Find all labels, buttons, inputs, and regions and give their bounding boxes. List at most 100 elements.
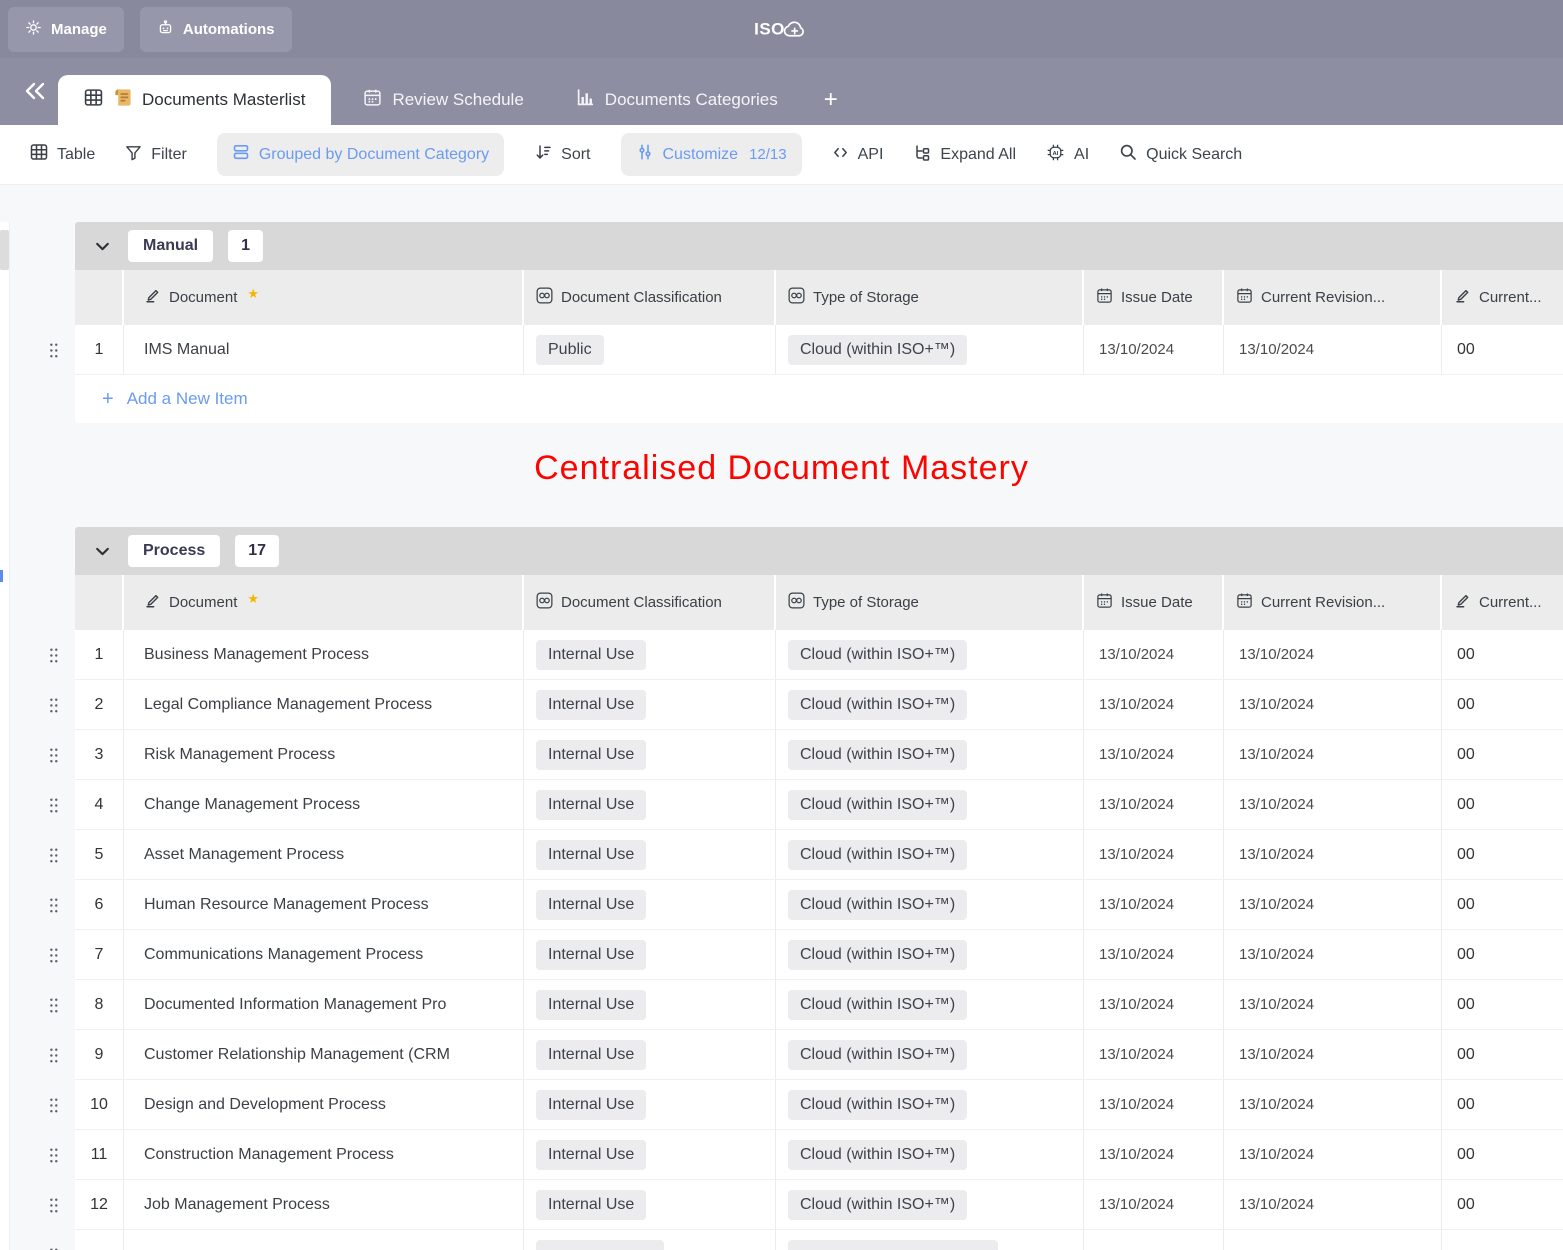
issue-date-cell[interactable]: 13/10/2024 (1084, 1030, 1224, 1079)
drag-handle-icon[interactable] (48, 697, 59, 714)
column-header-storage[interactable]: Type of Storage (776, 575, 1084, 630)
filter-button[interactable]: Filter (125, 144, 187, 166)
table-view-button[interactable]: Table (30, 143, 95, 166)
current-revision-cell[interactable]: 13/10/2024 (1224, 1030, 1442, 1079)
current-cell[interactable]: 00 (1442, 780, 1563, 829)
document-cell[interactable]: Risk Management Process (124, 730, 524, 779)
issue-date-cell[interactable]: 13/10/2024 (1084, 730, 1224, 779)
document-cell[interactable]: Human Resource Management Process (124, 880, 524, 929)
current-cell[interactable]: 00 (1442, 1080, 1563, 1129)
document-cell[interactable]: Legal Compliance Management Process (124, 680, 524, 729)
column-header-current-revision[interactable]: Current Revision... (1224, 575, 1442, 630)
storage-cell[interactable]: Cloud (within ISO+™) (776, 830, 1084, 879)
current-cell[interactable]: 00 (1442, 830, 1563, 879)
current-revision-cell[interactable]: 13/10/2024 (1224, 830, 1442, 879)
table-row[interactable]: 9 Customer Relationship Management (CRM … (75, 1030, 1563, 1080)
current-revision-cell[interactable]: 13/10/2024 (1224, 325, 1442, 374)
table-row[interactable]: 1 IMS Manual Public Cloud (within ISO+™)… (75, 325, 1563, 375)
drag-handle-icon[interactable] (48, 797, 59, 814)
current-revision-cell[interactable]: 13/10/2024 (1224, 1080, 1442, 1129)
drag-handle-icon[interactable] (48, 1047, 59, 1064)
document-cell[interactable]: Change Management Process (124, 780, 524, 829)
classification-cell[interactable]: Internal Use (524, 680, 776, 729)
current-revision-cell[interactable] (1224, 1230, 1442, 1250)
issue-date-cell[interactable]: 13/10/2024 (1084, 630, 1224, 679)
classification-cell[interactable]: Internal Use (524, 1180, 776, 1229)
group-name-badge[interactable]: Manual (128, 230, 213, 262)
table-row[interactable]: 2 Legal Compliance Management Process In… (75, 680, 1563, 730)
issue-date-cell[interactable]: 13/10/2024 (1084, 1180, 1224, 1229)
chevron-down-icon[interactable] (94, 238, 111, 255)
table-row[interactable]: 12 Job Management Process Internal Use C… (75, 1180, 1563, 1230)
column-header-issue-date[interactable]: Issue Date (1084, 270, 1224, 325)
classification-cell[interactable]: Internal Use (524, 630, 776, 679)
table-row[interactable] (75, 1230, 1563, 1250)
table-row[interactable]: 4 Change Management Process Internal Use… (75, 780, 1563, 830)
tab-documents-masterlist[interactable]: Documents Masterlist (58, 75, 331, 125)
document-cell[interactable]: Asset Management Process (124, 830, 524, 879)
table-row[interactable]: 3 Risk Management Process Internal Use C… (75, 730, 1563, 780)
table-row[interactable]: 10 Design and Development Process Intern… (75, 1080, 1563, 1130)
drag-handle-icon[interactable] (48, 1197, 59, 1214)
automations-button[interactable]: Automations (140, 7, 292, 52)
classification-cell[interactable] (524, 1230, 776, 1250)
column-header-document[interactable]: Document ★ (124, 270, 524, 325)
add-tab-button[interactable]: + (812, 75, 850, 125)
storage-cell[interactable]: Cloud (within ISO+™) (776, 680, 1084, 729)
drag-handle-icon[interactable] (48, 947, 59, 964)
api-button[interactable]: API (832, 144, 884, 166)
current-cell[interactable]: 00 (1442, 980, 1563, 1029)
storage-cell[interactable]: Cloud (within ISO+™) (776, 1030, 1084, 1079)
current-cell[interactable]: 00 (1442, 1130, 1563, 1179)
storage-cell[interactable]: Cloud (within ISO+™) (776, 1180, 1084, 1229)
table-row[interactable]: 6 Human Resource Management Process Inte… (75, 880, 1563, 930)
current-cell[interactable]: 00 (1442, 325, 1563, 374)
issue-date-cell[interactable] (1084, 1230, 1224, 1250)
classification-cell[interactable]: Internal Use (524, 1030, 776, 1079)
current-revision-cell[interactable]: 13/10/2024 (1224, 730, 1442, 779)
classification-cell[interactable]: Internal Use (524, 1080, 776, 1129)
column-header-current[interactable]: Current... (1442, 575, 1563, 630)
issue-date-cell[interactable]: 13/10/2024 (1084, 830, 1224, 879)
storage-cell[interactable] (776, 1230, 1084, 1250)
current-cell[interactable]: 00 (1442, 1030, 1563, 1079)
column-header-classification[interactable]: Document Classification (524, 575, 776, 630)
current-revision-cell[interactable]: 13/10/2024 (1224, 980, 1442, 1029)
drag-handle-icon[interactable] (48, 997, 59, 1014)
collapse-sidebar-icon[interactable] (22, 79, 48, 108)
issue-date-cell[interactable]: 13/10/2024 (1084, 1130, 1224, 1179)
storage-cell[interactable]: Cloud (within ISO+™) (776, 325, 1084, 374)
document-cell[interactable]: Construction Management Process (124, 1130, 524, 1179)
column-header-storage[interactable]: Type of Storage (776, 270, 1084, 325)
column-header-issue-date[interactable]: Issue Date (1084, 575, 1224, 630)
document-cell[interactable]: Documented Information Management Pro (124, 980, 524, 1029)
classification-cell[interactable]: Internal Use (524, 780, 776, 829)
storage-cell[interactable]: Cloud (within ISO+™) (776, 1080, 1084, 1129)
expand-all-button[interactable]: Expand All (913, 143, 1016, 166)
table-row[interactable]: 1 Business Management Process Internal U… (75, 630, 1563, 680)
current-revision-cell[interactable]: 13/10/2024 (1224, 630, 1442, 679)
issue-date-cell[interactable]: 13/10/2024 (1084, 780, 1224, 829)
current-revision-cell[interactable]: 13/10/2024 (1224, 880, 1442, 929)
issue-date-cell[interactable]: 13/10/2024 (1084, 680, 1224, 729)
document-cell[interactable]: IMS Manual (124, 325, 524, 374)
table-row[interactable]: 5 Asset Management Process Internal Use … (75, 830, 1563, 880)
classification-cell[interactable]: Internal Use (524, 930, 776, 979)
issue-date-cell[interactable]: 13/10/2024 (1084, 325, 1224, 374)
quick-search-button[interactable]: Quick Search (1119, 143, 1242, 166)
current-revision-cell[interactable]: 13/10/2024 (1224, 1130, 1442, 1179)
current-cell[interactable]: 00 (1442, 680, 1563, 729)
table-row[interactable]: 8 Documented Information Management Pro … (75, 980, 1563, 1030)
classification-cell[interactable]: Public (524, 325, 776, 374)
current-revision-cell[interactable]: 13/10/2024 (1224, 930, 1442, 979)
column-header-current[interactable]: Current... (1442, 270, 1563, 325)
customize-button[interactable]: Customize 12/13 (621, 133, 802, 176)
column-header-current-revision[interactable]: Current Revision... (1224, 270, 1442, 325)
current-cell[interactable]: 00 (1442, 1180, 1563, 1229)
current-cell[interactable]: 00 (1442, 880, 1563, 929)
current-revision-cell[interactable]: 13/10/2024 (1224, 1180, 1442, 1229)
drag-handle-icon[interactable] (48, 747, 59, 764)
classification-cell[interactable]: Internal Use (524, 980, 776, 1029)
storage-cell[interactable]: Cloud (within ISO+™) (776, 880, 1084, 929)
drag-handle-icon[interactable] (48, 647, 59, 664)
